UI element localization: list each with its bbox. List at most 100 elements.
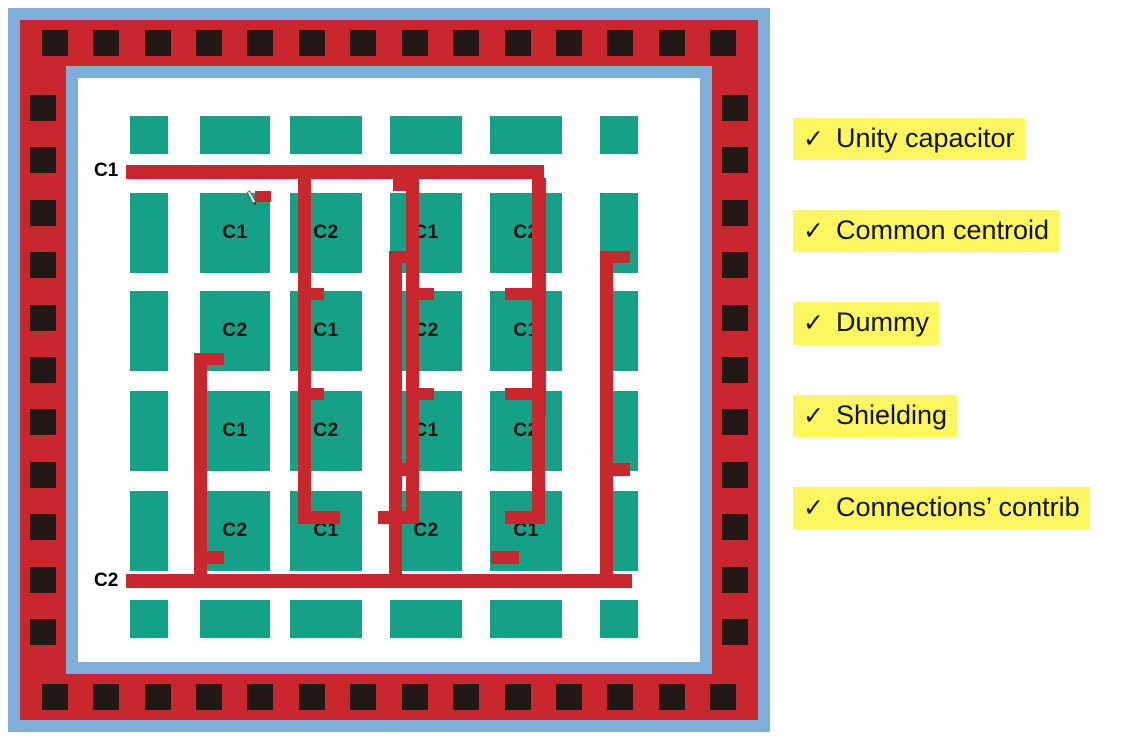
capacitor-unit-cell: C1 — [490, 291, 562, 371]
c1-foot-left — [298, 511, 340, 524]
guard-contact-top — [658, 30, 685, 56]
feature-highlight: ✓ Connections’ contrib — [793, 486, 1090, 530]
guard-contact-left — [30, 461, 56, 488]
feature-checklist: ✓ Unity capacitor ✓ Common centroid ✓ Dummy… — [793, 118, 1129, 579]
dummy-cell — [130, 116, 168, 154]
feature-label: Dummy — [835, 307, 929, 338]
check-icon: ✓ — [803, 125, 824, 153]
guard-contact-bottom — [607, 684, 634, 710]
guard-contact-left — [30, 252, 56, 279]
c2-riser-mid — [389, 251, 402, 581]
c2-stub-r3c4 — [600, 463, 630, 476]
guard-contact-right — [722, 566, 748, 593]
net-label-c1: C1 — [94, 160, 119, 181]
c1-stub-r2c2 — [298, 288, 324, 300]
guard-contact-left — [30, 566, 56, 593]
c2-riser-right — [600, 251, 613, 581]
feature-label: Common centroid — [835, 215, 1050, 246]
guard-contact-top — [556, 30, 582, 56]
list-item: ✓ Common centroid — [793, 210, 1129, 253]
c1-cap-mid-top — [393, 178, 419, 191]
c1-foot-right — [505, 511, 545, 524]
capacitor-array-figure: C1 C2 C1 C2 C2 C1 C2 C1 C1 C2 C1 C2 C2 C1 C2 C1 C1 C2 — [8, 8, 770, 732]
guard-contact-left — [30, 409, 56, 436]
guard-contact-top — [401, 30, 428, 56]
feature-label: Unity capacitor — [835, 123, 1015, 153]
dummy-cell — [290, 600, 362, 638]
guard-contact-top — [350, 30, 377, 56]
guard-contact-left — [30, 94, 56, 121]
feature-label: Connections’ contrib — [835, 491, 1080, 522]
guard-contact-top — [196, 30, 222, 56]
guard-contact-top — [453, 30, 480, 56]
guard-contact-left — [30, 514, 56, 541]
slide-canvas: C1 C2 C1 C2 C2 C1 C2 C1 C1 C2 C1 C2 C2 C1 C2 C1 C1 C2 ✓… — [0, 0, 1129, 742]
c2-stub-r4c3 — [491, 551, 519, 564]
c2-stub-r2c1 — [194, 353, 224, 365]
list-item: ✓ Dummy — [793, 302, 1129, 345]
capacitor-unit-cell: C1 — [200, 391, 270, 471]
c1-stub-r2c3 — [406, 288, 434, 300]
dummy-cell — [600, 600, 638, 638]
guard-contact-left — [30, 147, 56, 174]
dummy-cell — [130, 193, 168, 273]
guard-contact-bottom — [504, 684, 531, 710]
guard-contact-top — [93, 30, 120, 56]
capacitor-unit-cell: C2 — [490, 391, 562, 471]
guard-contact-top — [710, 30, 737, 56]
guard-contact-bottom — [350, 684, 377, 710]
dummy-cell — [390, 600, 462, 638]
guard-contact-right — [722, 409, 748, 436]
dummy-cell — [200, 116, 270, 154]
guard-contact-right — [722, 199, 748, 226]
dummy-cell — [490, 116, 562, 154]
guard-contact-top — [504, 30, 531, 56]
guard-contact-bottom — [658, 684, 685, 710]
guard-contact-right — [722, 147, 748, 174]
guard-contact-bottom — [556, 684, 582, 710]
guard-contact-left — [30, 199, 56, 226]
dummy-cell — [130, 291, 168, 371]
c1-spine-left — [298, 178, 311, 523]
c2-stub-r1c4 — [600, 251, 630, 263]
c1-spine-right — [532, 178, 545, 523]
feature-highlight: ✓ Unity capacitor — [793, 118, 1025, 161]
capacitor-unit-cell: C1 — [200, 193, 270, 273]
guard-contact-bottom — [247, 684, 274, 710]
guard-contact-left — [30, 304, 56, 331]
c2-stub-r4c1 — [194, 551, 224, 564]
c1-stub-r3c2 — [298, 388, 324, 400]
c1-trunk-horizontal — [126, 165, 544, 179]
feature-highlight: ✓ Dummy — [793, 302, 939, 345]
guard-contact-bottom — [144, 684, 171, 710]
guard-contact-right — [722, 514, 748, 541]
guard-contact-top — [247, 30, 274, 56]
c2-stub-r1c2 — [389, 251, 417, 263]
guard-contact-right — [722, 619, 748, 646]
dummy-cell — [490, 600, 562, 638]
c2-stub-r3c2 — [389, 463, 417, 476]
list-item: ✓ Unity capacitor — [793, 118, 1129, 161]
c1-stub-r1c1 — [255, 191, 271, 202]
guard-contact-top — [144, 30, 171, 56]
c2-riser-left — [194, 353, 207, 581]
guard-contact-right — [722, 94, 748, 121]
dummy-cell — [130, 391, 168, 471]
check-icon: ✓ — [803, 217, 824, 246]
dummy-cell — [130, 491, 168, 571]
guard-contact-right — [722, 252, 748, 279]
guard-contact-bottom — [41, 684, 68, 710]
guard-contact-bottom — [453, 684, 480, 710]
guard-contact-left — [30, 357, 56, 383]
dummy-cell — [200, 600, 270, 638]
guard-contact-bottom — [298, 684, 325, 710]
list-item: ✓ Shielding — [793, 394, 1129, 437]
feature-highlight: ✓ Common centroid — [793, 210, 1060, 253]
check-icon: ✓ — [803, 309, 824, 338]
guard-contact-top — [607, 30, 634, 56]
guard-contact-right — [722, 304, 748, 331]
guard-contact-bottom — [196, 684, 222, 710]
check-icon: ✓ — [803, 493, 824, 522]
dummy-cell — [390, 116, 462, 154]
dummy-cell — [600, 116, 638, 154]
